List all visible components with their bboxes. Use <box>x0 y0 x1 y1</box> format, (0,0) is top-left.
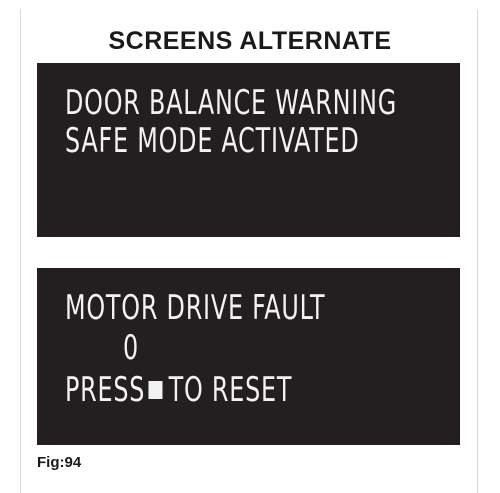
figure-title: SCREENS ALTERNATE <box>108 27 392 55</box>
display-screen-fault: MOTOR DRIVE FAULT 0 PRESS TO RESET <box>37 268 460 445</box>
screen-2-line-2: 0 <box>123 328 139 368</box>
screen-1-line-1: DOOR BALANCE WARNING <box>65 83 397 123</box>
screen-2-line-3: PRESS TO RESET <box>65 370 292 410</box>
screen-1-line-2: SAFE MODE ACTIVATED <box>65 121 360 161</box>
press-label: PRESS <box>65 370 146 410</box>
figure-label: Fig:94 <box>37 454 82 471</box>
display-screen-warning: DOOR BALANCE WARNING SAFE MODE ACTIVATED <box>37 63 460 237</box>
stop-square-icon <box>148 381 163 399</box>
to-reset-label: TO RESET <box>168 370 293 410</box>
screen-2-line-1: MOTOR DRIVE FAULT <box>65 288 326 328</box>
